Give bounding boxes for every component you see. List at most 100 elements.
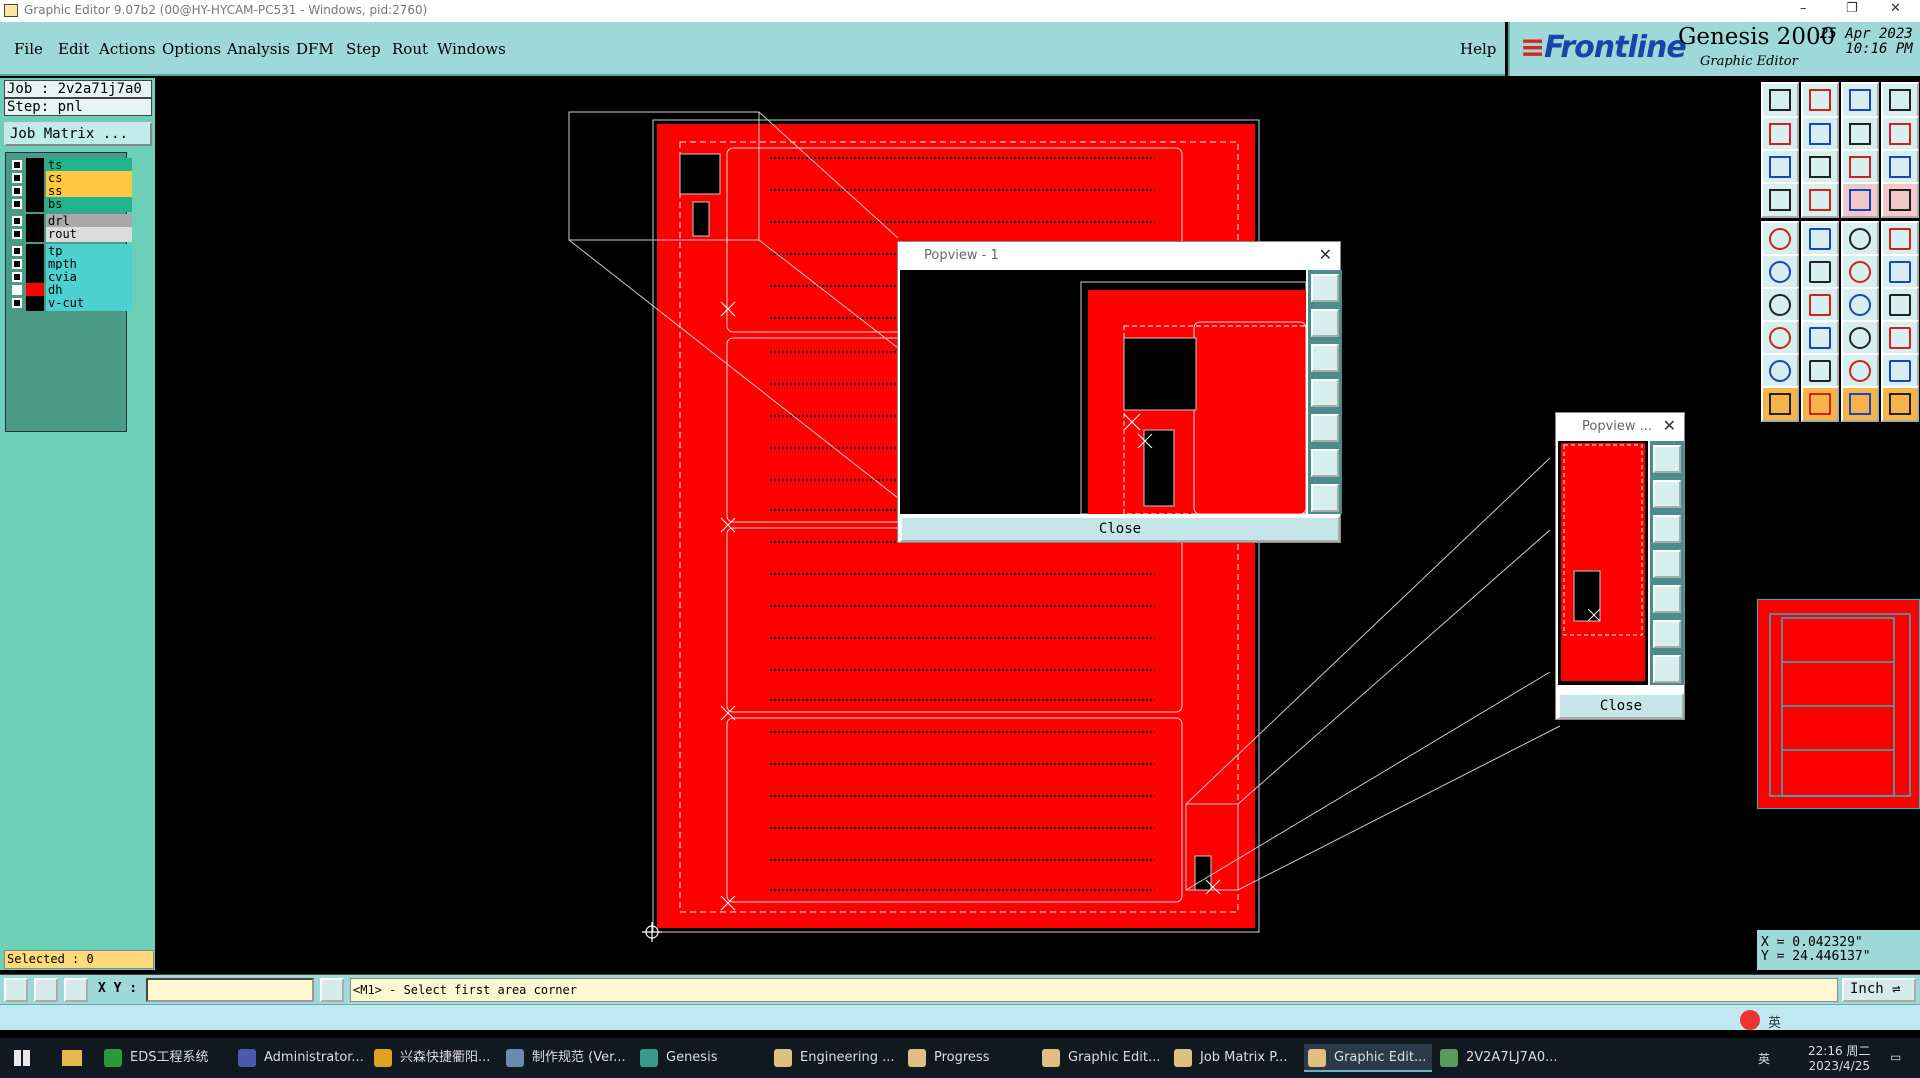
rotate-icon[interactable] xyxy=(1881,320,1919,356)
layer-checkbox[interactable] xyxy=(12,259,22,269)
cross-icon[interactable] xyxy=(1801,254,1839,290)
layer-name[interactable]: v-cut xyxy=(46,296,132,311)
zoom-fit-icon[interactable] xyxy=(1801,149,1839,185)
query-icon[interactable] xyxy=(1881,149,1919,185)
circle-icon[interactable] xyxy=(1881,221,1919,257)
pan-left-icon[interactable] xyxy=(1761,116,1799,152)
menu-file[interactable]: File xyxy=(14,40,43,58)
arc-icon[interactable] xyxy=(1841,287,1879,323)
layer-checkbox[interactable] xyxy=(12,298,22,308)
taskbar-item[interactable]: Progress xyxy=(904,1044,1032,1072)
taskbar-item[interactable]: Job Matrix P... xyxy=(1170,1044,1298,1072)
menu-step[interactable]: Step xyxy=(346,40,381,58)
layer-checkbox[interactable] xyxy=(12,186,22,196)
layer-checkbox[interactable] xyxy=(12,246,22,256)
popview-2-down-icon[interactable] xyxy=(1653,515,1681,543)
connect-icon[interactable] xyxy=(1841,254,1879,290)
layer-compare-icon[interactable] xyxy=(1881,182,1919,218)
ime-toolbar[interactable]: 英 xyxy=(1740,1010,1920,1032)
mirror-icon[interactable] xyxy=(1881,287,1919,323)
menu-windows[interactable]: Windows xyxy=(437,40,506,58)
popview-2-viewport[interactable] xyxy=(1558,441,1648,685)
menu-options[interactable]: Options xyxy=(162,40,221,58)
select-net-icon[interactable] xyxy=(1841,386,1879,422)
pan-right-icon[interactable] xyxy=(1801,116,1839,152)
taskbar-item[interactable]: Graphic Edit... xyxy=(1038,1044,1166,1072)
taskbar-item[interactable]: Administrator... xyxy=(234,1044,364,1072)
taskbar-item[interactable]: Genesis xyxy=(636,1044,764,1072)
start-icon[interactable] xyxy=(14,1050,30,1066)
snap-mode-icon[interactable] xyxy=(1881,116,1919,152)
popview-1-right-icon[interactable] xyxy=(1311,414,1339,442)
layer-checkbox[interactable] xyxy=(12,229,22,239)
layer-checkbox[interactable] xyxy=(12,160,22,170)
popview-2-close-icon[interactable]: ✕ xyxy=(1663,416,1676,435)
triangle-a-icon[interactable] xyxy=(1801,353,1839,389)
xy-input[interactable] xyxy=(146,978,314,1002)
popview-2-up-icon[interactable] xyxy=(1653,480,1681,508)
layer-name[interactable]: bs xyxy=(46,197,132,212)
line-add-icon[interactable] xyxy=(1801,221,1839,257)
popview-1-down-icon[interactable] xyxy=(1311,344,1339,372)
menu-dfm[interactable]: DFM xyxy=(296,40,334,58)
cursor-mode-icon[interactable] xyxy=(320,978,344,1002)
layer-checkbox[interactable] xyxy=(12,272,22,282)
fit-all-icon[interactable] xyxy=(1761,149,1799,185)
distance-icon[interactable] xyxy=(1841,320,1879,356)
menu-analysis[interactable]: Analysis xyxy=(227,40,290,58)
measure-icon[interactable] xyxy=(34,978,58,1002)
popview-1-fit-icon[interactable] xyxy=(1311,449,1339,477)
layer-row-bs[interactable]: bs xyxy=(10,197,132,212)
select-icon[interactable] xyxy=(1761,386,1799,422)
move-icon[interactable] xyxy=(1761,320,1799,356)
popview-2-right-icon[interactable] xyxy=(1653,585,1681,613)
surface-icon[interactable] xyxy=(1841,221,1879,257)
triangle-icon[interactable] xyxy=(1761,353,1799,389)
select-route-icon[interactable] xyxy=(1881,386,1919,422)
home-view-icon[interactable] xyxy=(1841,82,1879,118)
slope-icon[interactable] xyxy=(1801,287,1839,323)
grid-icon[interactable] xyxy=(64,978,88,1002)
popview-1-close-icon[interactable]: ✕ xyxy=(1319,245,1332,264)
select-area-icon[interactable] xyxy=(1801,386,1839,422)
popview-2-left-icon[interactable] xyxy=(1653,550,1681,578)
snap-icon[interactable] xyxy=(4,978,28,1002)
layer-checkbox[interactable] xyxy=(12,285,22,295)
notification-icon[interactable]: ▭ xyxy=(1890,1050,1901,1064)
graphic-canvas[interactable]: Popview - 1 ✕ Close Popview ... ✕ Close xyxy=(155,78,1757,974)
save-icon[interactable] xyxy=(1801,82,1839,118)
taskbar-item[interactable]: EDS工程系统 xyxy=(100,1044,228,1072)
popview-2-close-button[interactable]: Close xyxy=(1558,693,1684,719)
menu-actions[interactable]: Actions xyxy=(99,40,155,58)
split-view-icon[interactable] xyxy=(1881,82,1919,118)
copy-icon[interactable] xyxy=(1761,182,1799,218)
taskbar-item[interactable]: 制作规范 (Ver... xyxy=(502,1044,630,1072)
maximize-icon[interactable]: ❐ xyxy=(1846,1,1858,16)
layer-row-rout[interactable]: rout xyxy=(10,227,132,242)
menu-rout[interactable]: Rout xyxy=(392,40,428,58)
taskbar-item[interactable]: 兴森快捷衢阳... xyxy=(370,1044,496,1072)
layer-row-v-cut[interactable]: v-cut xyxy=(10,296,132,311)
pad-icon[interactable] xyxy=(1761,221,1799,257)
panel-minimap[interactable] xyxy=(1757,599,1920,809)
clock[interactable]: 22:16 周二 2023/4/25 xyxy=(1808,1044,1870,1074)
angle-icon[interactable] xyxy=(1761,287,1799,323)
layer-feature-icon[interactable] xyxy=(1841,182,1879,218)
node-icon[interactable] xyxy=(1761,254,1799,290)
edge-icon[interactable] xyxy=(1881,254,1919,290)
zoom-home-icon[interactable] xyxy=(1841,116,1879,152)
tray-lang[interactable]: 英 xyxy=(1758,1050,1770,1067)
taskbar-item[interactable]: Engineering ... xyxy=(770,1044,898,1072)
taskbar-item[interactable]: 2V2A7LJ7A0... xyxy=(1436,1044,1564,1072)
popview-1-up-icon[interactable] xyxy=(1311,309,1339,337)
layer-checkbox[interactable] xyxy=(12,216,22,226)
layer-checkbox[interactable] xyxy=(12,173,22,183)
minimize-icon[interactable]: – xyxy=(1800,1,1807,16)
job-matrix-button[interactable]: Job Matrix ... xyxy=(4,122,152,146)
popview-1-viewport[interactable] xyxy=(900,270,1307,515)
popview-1-zoom-icon[interactable] xyxy=(1311,274,1339,302)
menu-help[interactable]: Help xyxy=(1460,40,1496,58)
file-explorer-icon[interactable] xyxy=(62,1050,82,1066)
taskbar-item[interactable]: Graphic Edit... xyxy=(1304,1044,1432,1072)
menu-edit[interactable]: Edit xyxy=(58,40,89,58)
